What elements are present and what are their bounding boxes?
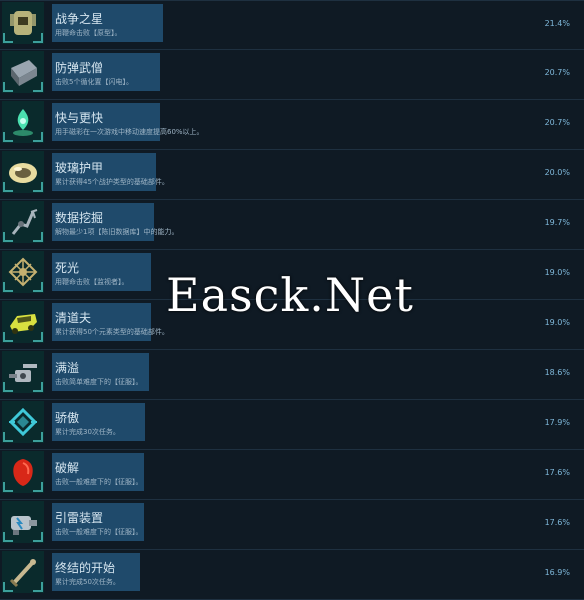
achievement-row[interactable]: 数据挖掘解物最少1项【陈旧数据库】中的能力。 19.7% [0, 200, 584, 250]
unlock-percentage: 16.9% [544, 568, 570, 577]
achievement-description: 用鞭命击败【监视者】。 [55, 278, 129, 286]
yellow-vehicle-icon [2, 301, 44, 343]
achievement-description: 解物最少1项【陈旧数据库】中的能力。 [55, 228, 179, 236]
achievement-row[interactable]: 死光用鞭命击败【监视者】。 19.0% [0, 250, 584, 300]
ammo-box-icon-graphic [11, 60, 37, 86]
achievement-title: 骄傲 [55, 411, 80, 425]
lattice-core-icon-graphic [8, 257, 38, 287]
unlock-percentage: 20.7% [544, 118, 570, 127]
sword-blade-icon-graphic [9, 559, 36, 588]
achievement-title: 防弹武僧 [55, 61, 104, 75]
achievement-description: 击败5个循化置【闪电】。 [55, 78, 133, 86]
achievement-title: 战争之星 [55, 12, 104, 26]
lightning-device-icon-graphic [11, 516, 37, 535]
achievement-description: 击败简单难度下的【征服】。 [55, 378, 143, 386]
unlock-percentage: 19.0% [544, 268, 570, 277]
achievement-title: 满溢 [55, 361, 80, 375]
achievement-title: 破解 [55, 461, 80, 475]
unlock-percentage: 18.6% [544, 368, 570, 377]
achievement-row[interactable]: 清道夫累计获得50个元素类型的基础部件。 19.0% [0, 300, 584, 350]
achievement-title: 清道夫 [55, 311, 92, 325]
ammo-box-icon [2, 51, 44, 93]
achievement-description: 击败一般难度下的【征服】。 [55, 478, 143, 486]
achievement-row[interactable]: 破解击败一般难度下的【征服】。 17.6% [0, 450, 584, 500]
cyan-drone-icon-graphic [8, 407, 38, 437]
achievement-description: 用手磁彩在一次游戏中移动速度提高60%以上。 [55, 128, 204, 136]
glass-orb-icon-graphic [9, 163, 37, 183]
red-shield-icon [2, 451, 44, 493]
achievement-description: 用鞭命击败【原型】。 [55, 29, 122, 37]
achievement-description: 累计完成50次任务。 [55, 578, 120, 586]
unlock-percentage: 20.7% [544, 68, 570, 77]
turret-gun-icon [2, 351, 44, 393]
yellow-vehicle-icon-graphic [10, 314, 37, 334]
green-flame-icon [2, 101, 44, 143]
achievement-row[interactable]: 引雷装置击败一般难度下的【征服】。 17.6% [0, 500, 584, 550]
unlock-percentage: 17.9% [544, 418, 570, 427]
armor-torso-icon-graphic [10, 11, 36, 35]
achievement-title: 数据挖掘 [55, 211, 104, 225]
claw-arm-icon [2, 201, 44, 243]
achievement-row[interactable]: 终结的开始累计完成50次任务。 16.9% [0, 550, 584, 600]
achievement-title: 引雷装置 [55, 511, 104, 525]
green-flame-icon-graphic [13, 109, 33, 136]
achievement-description: 累计获得45个战护类型的基础部件。 [55, 178, 169, 186]
unlock-percentage: 19.0% [544, 318, 570, 327]
glass-orb-icon [2, 151, 44, 193]
achievement-description: 击败一般难度下的【征服】。 [55, 528, 143, 536]
turret-gun-icon-graphic [9, 364, 37, 382]
claw-arm-icon-graphic [11, 209, 38, 235]
achievement-title: 玻璃护甲 [55, 161, 104, 175]
lightning-device-icon [2, 501, 44, 543]
achievement-row[interactable]: 防弹武僧击败5个循化置【闪电】。 20.7% [0, 50, 584, 100]
achievement-row[interactable]: 满溢击败简单难度下的【征服】。 18.6% [0, 350, 584, 400]
unlock-percentage: 20.0% [544, 168, 570, 177]
achievement-list: 战争之星用鞭命击败【原型】。 21.4% 防弹武僧击败5个循化置【闪电】。 20.7%… [0, 0, 584, 600]
lattice-core-icon [2, 251, 44, 293]
achievement-row[interactable]: 战争之星用鞭命击败【原型】。 21.4% [0, 0, 584, 50]
unlock-percentage: 21.4% [544, 19, 570, 28]
achievement-description: 累计获得50个元素类型的基础部件。 [55, 328, 169, 336]
achievement-row[interactable]: 骄傲累计完成30次任务。 17.9% [0, 400, 584, 450]
achievement-description: 累计完成30次任务。 [55, 428, 120, 436]
cyan-drone-icon [2, 401, 44, 443]
achievement-title: 快与更快 [55, 111, 104, 125]
unlock-percentage: 17.6% [544, 468, 570, 477]
achievement-title: 死光 [55, 261, 80, 275]
achievement-row[interactable]: 玻璃护甲累计获得45个战护类型的基础部件。 20.0% [0, 150, 584, 200]
unlock-percentage: 19.7% [544, 218, 570, 227]
achievement-row[interactable]: 快与更快用手磁彩在一次游戏中移动速度提高60%以上。 20.7% [0, 100, 584, 150]
unlock-percentage: 17.6% [544, 518, 570, 527]
armor-torso-icon [2, 2, 44, 44]
red-shield-icon-graphic [13, 459, 33, 486]
sword-blade-icon [2, 551, 44, 593]
achievement-title: 终结的开始 [55, 561, 116, 575]
